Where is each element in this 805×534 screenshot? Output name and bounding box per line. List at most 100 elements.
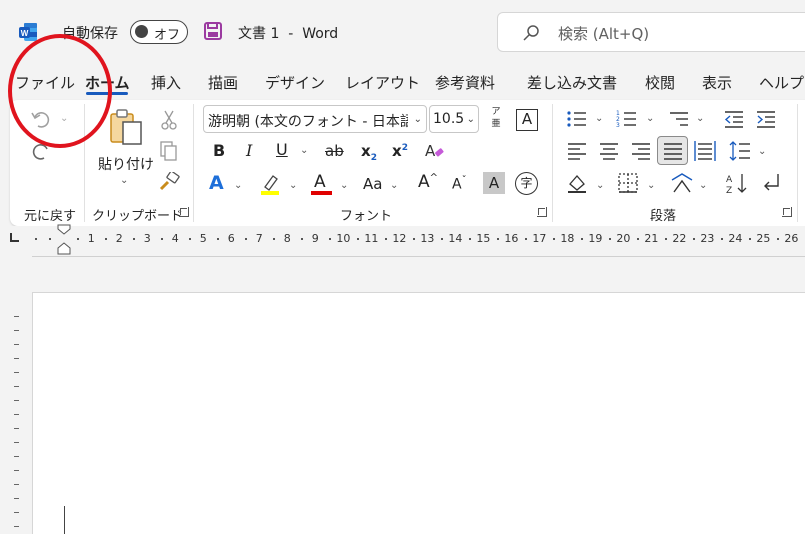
ruler-number: 10: [336, 232, 351, 245]
borders-icon[interactable]: [617, 172, 639, 194]
text-effects-button[interactable]: A: [209, 172, 224, 194]
paste-icon[interactable]: [107, 108, 147, 148]
tab-mailings[interactable]: 差し込み文書: [527, 72, 617, 93]
distributed-icon[interactable]: [694, 140, 716, 162]
ruler-tick: [357, 238, 359, 240]
indent-marker-icon[interactable]: [57, 224, 71, 258]
bullets-dropdown-icon[interactable]: ⌄: [595, 113, 603, 124]
shrink-font-button[interactable]: Aˇ: [452, 175, 467, 193]
search-box[interactable]: 検索 (Alt+Q): [497, 12, 805, 52]
word-icon[interactable]: W: [18, 22, 38, 42]
char-shading-button[interactable]: A: [483, 172, 505, 194]
underline-button[interactable]: U: [276, 140, 288, 159]
justify-button[interactable]: [657, 136, 688, 165]
tab-draw[interactable]: 描画: [208, 72, 238, 93]
tab-insert[interactable]: 挿入: [151, 72, 181, 93]
char-border-button[interactable]: A: [516, 109, 538, 131]
text-cursor: [64, 506, 65, 534]
undo-dropdown-icon[interactable]: ⌄: [60, 113, 68, 124]
vertical-ruler-tick: [14, 470, 19, 471]
align-center-icon[interactable]: [598, 141, 620, 161]
font-group-label: フォント: [340, 209, 393, 224]
tab-help[interactable]: ヘルプ: [759, 72, 804, 93]
asian-layout-dropdown-icon[interactable]: ⌄: [699, 180, 707, 191]
tab-file[interactable]: ファイル: [15, 72, 75, 93]
tab-selector-icon[interactable]: [10, 233, 19, 242]
format-painter-icon[interactable]: [158, 172, 180, 192]
bullets-icon[interactable]: [566, 109, 588, 129]
clear-formatting-icon[interactable]: A: [423, 140, 445, 162]
change-case-button[interactable]: Aa: [363, 175, 382, 193]
subscript-x: x: [361, 142, 371, 160]
show-marks-icon[interactable]: [760, 172, 782, 194]
paste-dropdown-icon[interactable]: ⌄: [120, 175, 128, 186]
bold-button[interactable]: B: [213, 141, 225, 160]
tab-layout[interactable]: レイアウト: [345, 72, 420, 93]
asian-layout-icon[interactable]: [670, 172, 694, 194]
underline-dropdown-icon[interactable]: ⌄: [300, 145, 308, 156]
paragraph-launcher-icon[interactable]: [782, 207, 792, 217]
font-size-combo[interactable]: 10.5 ⌄: [429, 105, 479, 133]
vertical-ruler-tick: [14, 330, 19, 331]
ruler-tick: [133, 238, 135, 240]
paragraph-group-label: 段落: [650, 209, 677, 224]
tab-review[interactable]: 校閲: [645, 72, 675, 93]
tab-references[interactable]: 参考資料: [435, 72, 495, 93]
increase-indent-icon[interactable]: [755, 109, 777, 129]
ruler-number: 16: [504, 232, 519, 245]
tab-design[interactable]: デザイン: [265, 72, 325, 93]
vertical-ruler-tick: [14, 400, 19, 401]
paste-label[interactable]: 貼り付け: [98, 154, 154, 174]
shading-icon[interactable]: [566, 172, 588, 194]
superscript-button[interactable]: x2: [392, 142, 408, 160]
highlight-dropdown-icon[interactable]: ⌄: [289, 180, 297, 191]
undo-icon[interactable]: [30, 108, 52, 130]
scissors-icon[interactable]: [160, 110, 178, 130]
redo-icon[interactable]: [30, 140, 52, 162]
ruler-tick: [665, 238, 667, 240]
ruler-number: 18: [560, 232, 575, 245]
ruler-number: 23: [700, 232, 715, 245]
vertical-ruler-tick: [14, 316, 19, 317]
clipboard-group-label: クリップボード: [92, 209, 184, 224]
clipboard-launcher-icon[interactable]: [179, 207, 189, 217]
font-launcher-icon[interactable]: [537, 207, 547, 217]
font-color-button[interactable]: A: [314, 172, 326, 192]
autosave-toggle[interactable]: オフ: [130, 20, 188, 44]
decrease-indent-icon[interactable]: [723, 109, 745, 129]
line-spacing-icon[interactable]: [729, 140, 751, 162]
shading-dropdown-icon[interactable]: ⌄: [596, 180, 604, 191]
ruler-number: 17: [532, 232, 547, 245]
strikethrough-button[interactable]: ab: [325, 142, 344, 160]
highlighter-icon[interactable]: [259, 173, 281, 195]
undo-group-label: 元に戻す: [24, 209, 77, 224]
align-right-icon[interactable]: [630, 141, 652, 161]
italic-button[interactable]: I: [246, 141, 252, 160]
multilevel-dropdown-icon[interactable]: ⌄: [696, 113, 704, 124]
document-page[interactable]: [32, 292, 805, 534]
line-spacing-dropdown-icon[interactable]: ⌄: [758, 146, 766, 157]
tab-view[interactable]: 表示: [702, 72, 732, 93]
enclose-char-button[interactable]: 字: [515, 172, 538, 195]
font-name-combo[interactable]: 游明朝 (本文のフォント - 日本語 ⌄: [203, 105, 427, 133]
tab-home[interactable]: ホーム: [85, 72, 130, 93]
font-color-dropdown-icon[interactable]: ⌄: [340, 180, 348, 191]
ruler-number: 11: [364, 232, 379, 245]
save-icon[interactable]: [203, 21, 223, 41]
ruler-number: 21: [644, 232, 659, 245]
numbering-icon[interactable]: 1 2 3: [616, 109, 638, 129]
subscript-button[interactable]: x2: [361, 142, 377, 163]
numbering-dropdown-icon[interactable]: ⌄: [646, 113, 654, 124]
ruler-tick: [161, 238, 163, 240]
borders-dropdown-icon[interactable]: ⌄: [647, 180, 655, 191]
ruler-number: 8: [283, 232, 291, 245]
grow-font-button[interactable]: A^: [418, 172, 438, 192]
text-effects-dropdown-icon[interactable]: ⌄: [234, 180, 242, 191]
change-case-dropdown-icon[interactable]: ⌄: [390, 180, 398, 191]
copy-icon[interactable]: [160, 141, 178, 161]
multilevel-list-icon[interactable]: [668, 109, 690, 129]
phonetic-guide-button[interactable]: ア 亜: [488, 106, 504, 132]
ruler-tick: [721, 238, 723, 240]
align-left-icon[interactable]: [566, 141, 588, 161]
sort-icon[interactable]: A Z: [725, 172, 749, 194]
